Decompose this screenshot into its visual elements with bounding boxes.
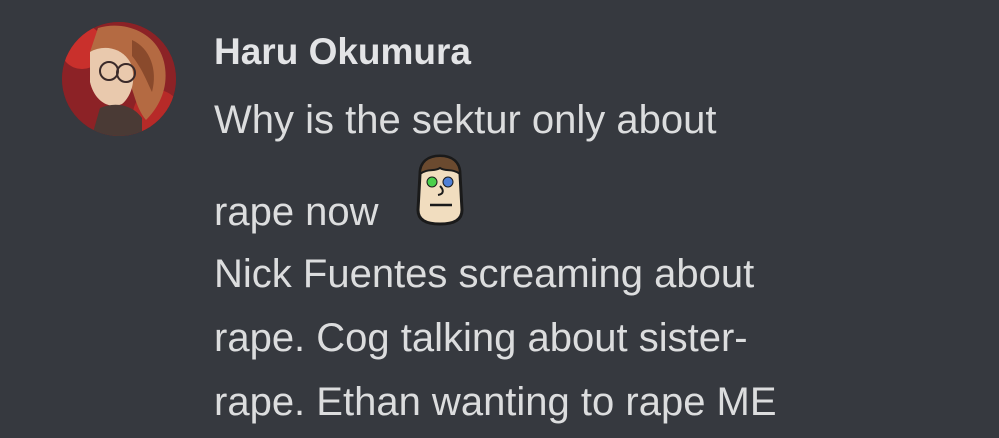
custom-face-emoji-icon[interactable] [412, 152, 468, 228]
avatar[interactable] [62, 22, 176, 136]
message-line: rape. Cog talking about sister- [214, 316, 748, 360]
message-line: Nick Fuentes screaming about [214, 252, 755, 296]
chat-message: Haru Okumura Why is the sektur only abou… [0, 0, 999, 438]
face-emoji-graphic [416, 154, 464, 226]
message-line: rape. Ethan wanting to rape ME [214, 380, 777, 424]
author-name[interactable]: Haru Okumura [214, 30, 471, 74]
message-line: Why is the sektur only about [214, 98, 717, 142]
avatar-image [62, 22, 176, 136]
message-line: rape now [214, 190, 379, 234]
